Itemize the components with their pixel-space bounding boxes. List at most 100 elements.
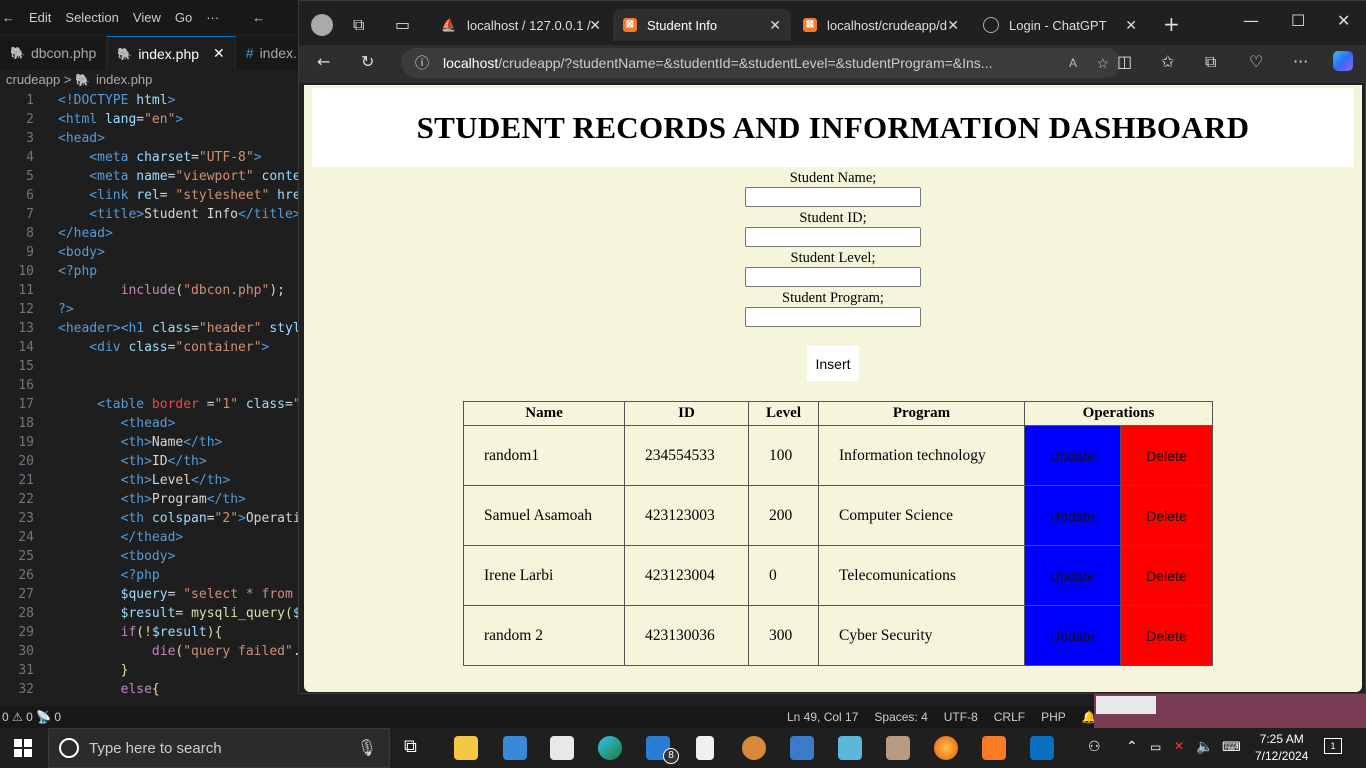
cell-name: random 2 — [463, 605, 625, 666]
table-row: Samuel Asamoah 423123003 200 Computer Sc… — [463, 485, 1213, 546]
volume-icon[interactable]: 🔈 — [1196, 738, 1213, 755]
delete-link[interactable]: Delete — [1120, 605, 1213, 666]
copilot-icon[interactable] — [1333, 51, 1353, 71]
notifications-icon[interactable]: 1 — [1324, 738, 1342, 754]
close-icon[interactable]: ✕ — [947, 17, 959, 34]
tab-dbcon[interactable]: 🐘 dbcon.php — [0, 36, 108, 70]
cell-program: Telecomunications — [818, 545, 1025, 606]
update-link[interactable]: Update — [1023, 485, 1122, 546]
clock-time: 7:25 AM — [1259, 732, 1304, 746]
menu-view[interactable]: View — [133, 10, 161, 25]
tab-actions-icon[interactable]: ▭ — [395, 15, 410, 34]
background-window-fragment — [1094, 694, 1366, 728]
student-id-label: Student ID; — [799, 210, 867, 226]
nav-back-icon[interactable]: ← — [252, 10, 265, 25]
photos-icon[interactable] — [790, 736, 814, 760]
update-link[interactable]: Update — [1023, 545, 1122, 606]
close-icon[interactable]: ✕ — [589, 17, 601, 34]
people-icon[interactable]: ⚇ — [1088, 738, 1101, 755]
student-name-input[interactable] — [745, 187, 921, 207]
paint-icon[interactable] — [742, 736, 766, 760]
vscode-menubar: ← Edit Selection View Go ··· ← — [0, 0, 300, 34]
tab-student-info[interactable]: ⊠ Student Info ✕ — [613, 9, 791, 41]
keyboard-icon[interactable]: ⌨ — [1222, 739, 1241, 755]
code-editor[interactable]: 1 <!DOCTYPE html > 2 <html lang = "en" > 3 <hea… — [0, 91, 300, 699]
file-explorer-icon[interactable] — [454, 736, 478, 760]
microsoft-store-icon[interactable] — [550, 736, 574, 760]
breadcrumb: crudeapp > 🐘 index.php — [6, 72, 153, 87]
tab-chatgpt[interactable]: Login - ChatGPT ✕ — [973, 9, 1147, 41]
favorites-icon[interactable]: ✩ — [1161, 52, 1174, 71]
menu-edit[interactable]: Edit — [29, 10, 51, 25]
close-icon[interactable]: ✕ — [213, 45, 225, 62]
menu-go[interactable]: Go — [175, 10, 192, 25]
student-program-input[interactable] — [745, 307, 921, 327]
close-window-icon[interactable]: ✕ — [1337, 11, 1350, 30]
battery-icon[interactable]: ▭ — [1150, 740, 1161, 754]
task-view-icon[interactable]: ⧉ — [404, 736, 428, 760]
profile-avatar-icon[interactable] — [311, 14, 333, 36]
settings-more-icon[interactable]: ··· — [1293, 52, 1308, 71]
update-link[interactable]: Update — [1023, 425, 1122, 486]
browser-essentials-icon[interactable]: ♡ — [1249, 52, 1263, 71]
xampp-taskbar-icon[interactable] — [982, 736, 1006, 760]
favorite-star-icon[interactable]: ☆ — [1096, 55, 1109, 72]
close-icon[interactable]: ✕ — [1125, 17, 1137, 34]
back-icon[interactable]: ← — [317, 52, 330, 71]
insert-button[interactable]: Insert — [807, 346, 859, 381]
cell-name: Samuel Asamoah — [463, 485, 625, 546]
windows-taskbar: Type here to search 🎙 ⧉ 8 ⚇ ⌃ ▭ ✕ 🔈 ⌨ 7:… — [0, 728, 1366, 768]
css-file-icon: # — [245, 45, 254, 61]
delete-link[interactable]: Delete — [1120, 425, 1213, 486]
network-icon[interactable]: ✕ — [1174, 739, 1184, 753]
tab-phpmyadmin[interactable]: ⛵ localhost / 127.0.0.1 /✕ — [431, 9, 611, 41]
student-name-label: Student Name; — [789, 170, 877, 186]
read-aloud-icon[interactable]: A — [1069, 56, 1077, 70]
delete-link[interactable]: Delete — [1120, 545, 1213, 606]
edge-window: ⧉ ▭ ⛵ localhost / 127.0.0.1 /✕ ⊠ Student I… — [298, 0, 1366, 694]
workspaces-icon[interactable]: ⧉ — [353, 15, 364, 35]
back-arrow-icon[interactable]: ← — [2, 10, 15, 25]
tab-index-php[interactable]: 🐘 index.php ✕ — [107, 36, 236, 70]
person-app-icon[interactable] — [886, 736, 910, 760]
firefox-icon[interactable] — [934, 736, 958, 760]
taskbar-search[interactable]: Type here to search 🎙 — [48, 728, 390, 768]
xampp-icon: ⊠ — [803, 18, 817, 32]
cursor-position[interactable]: Ln 49, Col 17 — [787, 710, 858, 724]
header-operations: Operations — [1024, 401, 1213, 426]
close-icon[interactable]: ✕ — [769, 17, 781, 34]
vscode-taskbar-icon[interactable] — [1030, 736, 1054, 760]
microphone-icon[interactable]: 🎙 — [357, 738, 377, 758]
chevron-up-icon[interactable]: ⌃ — [1126, 738, 1138, 755]
student-level-input[interactable] — [745, 267, 921, 287]
encoding[interactable]: UTF-8 — [944, 710, 978, 724]
windows-start-icon[interactable] — [14, 739, 32, 757]
new-tab-icon[interactable]: + — [1163, 12, 1180, 36]
site-info-icon[interactable]: ⓘ — [415, 53, 429, 73]
cell-level: 300 — [748, 605, 819, 666]
language-mode[interactable]: PHP — [1041, 710, 1066, 724]
refresh-icon[interactable]: ↻ — [361, 52, 374, 71]
document-icon[interactable] — [696, 736, 714, 760]
tab-crudeapp[interactable]: ⊠ localhost/crudeapp/d ✕ — [793, 9, 969, 41]
edge-icon[interactable] — [598, 736, 622, 760]
clock[interactable]: 7:25 AM 7/12/2024 — [1255, 731, 1308, 765]
desktop-app-icon[interactable] — [503, 736, 527, 760]
menu-more[interactable]: ··· — [206, 10, 219, 25]
collections-icon[interactable]: ⧉ — [1205, 52, 1216, 72]
web-page: STUDENT RECORDS AND INFORMATION DASHBOAR… — [304, 85, 1362, 692]
indentation[interactable]: Spaces: 4 — [874, 710, 927, 724]
minimize-icon[interactable]: — — [1243, 11, 1259, 30]
page-header: STUDENT RECORDS AND INFORMATION DASHBOAR… — [312, 88, 1354, 167]
delete-link[interactable]: Delete — [1120, 485, 1213, 546]
line-ending[interactable]: CRLF — [994, 710, 1025, 724]
header-name: Name — [463, 401, 625, 426]
problems-indicator[interactable]: 0 ⚠ 0 📡 0 — [2, 710, 61, 724]
app-icon[interactable] — [838, 736, 862, 760]
student-id-input[interactable] — [745, 227, 921, 247]
url-field[interactable]: ⓘ localhost/crudeapp/?studentName=&stude… — [401, 48, 1121, 78]
maximize-icon[interactable]: ☐ — [1291, 11, 1305, 30]
update-link[interactable]: Update — [1023, 605, 1122, 666]
split-screen-icon[interactable]: ◫ — [1117, 52, 1132, 71]
menu-selection[interactable]: Selection — [65, 10, 118, 25]
